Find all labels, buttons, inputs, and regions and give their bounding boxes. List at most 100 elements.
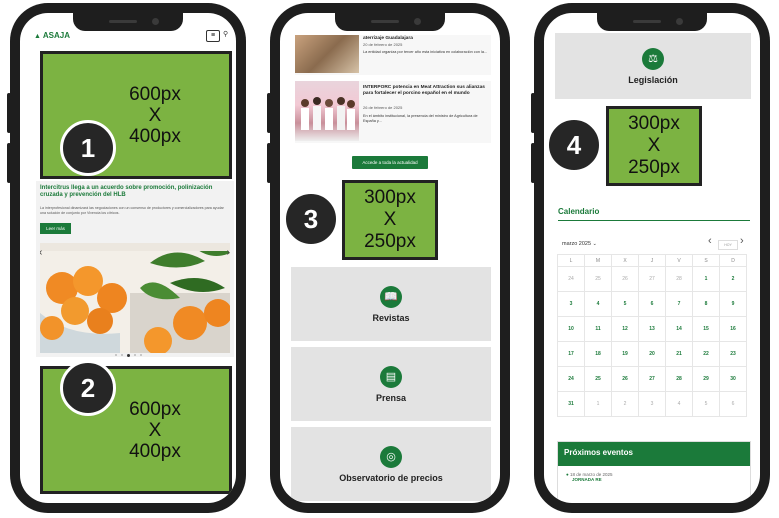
newspaper-icon: ▤ bbox=[380, 365, 402, 388]
calendar-day[interactable]: 25 bbox=[584, 266, 612, 292]
chevron-down-icon: ⌄ bbox=[592, 241, 597, 247]
calendar-day[interactable]: 13 bbox=[638, 316, 666, 342]
today-button[interactable]: HOY bbox=[718, 240, 738, 250]
calendar-day[interactable]: 5 bbox=[692, 391, 720, 417]
phone-frame-sidebar: ⚖ Legislación 300px X 250px Calendario m… bbox=[531, 3, 770, 513]
slider-next-arrow[interactable]: › bbox=[227, 247, 230, 258]
calendar-title: Calendario bbox=[558, 207, 600, 216]
upcoming-events-panel: Próximos eventos ● 18 de marzo de 2025 J… bbox=[557, 441, 751, 503]
phone-frame-news: aterrizaje Guadalajara 20 de febrero de … bbox=[267, 3, 510, 513]
calendar-day[interactable]: 6 bbox=[719, 391, 747, 417]
upcoming-events-header: Próximos eventos bbox=[558, 442, 750, 466]
read-more-button[interactable]: Leer más bbox=[40, 223, 71, 234]
calendar-day[interactable]: 4 bbox=[584, 291, 612, 317]
calendar-grid: L M X J V S D 24 25 26 27 28 1 2 3 4 5 6 7 8 9 10 11 12 13 14 15 16… bbox=[557, 254, 747, 417]
sidebar-screen: ⚖ Legislación 300px X 250px Calendario m… bbox=[544, 13, 760, 503]
hero-title[interactable]: Intercitrus llega a un acuerdo sobre pro… bbox=[40, 185, 232, 199]
calendar-day[interactable]: 30 bbox=[719, 366, 747, 392]
weekday-header: S bbox=[692, 254, 720, 267]
news-date: 20 de febrero de 2025 bbox=[363, 42, 403, 47]
news-thumbnail bbox=[295, 35, 359, 73]
card-legislacion[interactable]: ⚖ Legislación bbox=[555, 33, 751, 99]
phone-frame-home: ▲ ASAJA ≡ ⚲ 600px X 400px Intercitrus ll… bbox=[7, 3, 246, 513]
hero-image: ‹ › bbox=[40, 243, 230, 353]
badge-1: 1 bbox=[60, 120, 116, 176]
hero-slider: Intercitrus llega a un acuerdo sobre pro… bbox=[36, 181, 234, 357]
calendar-day[interactable]: 1 bbox=[692, 266, 720, 292]
news-date: 26 de febrero de 2025 bbox=[363, 105, 403, 110]
calendar-day[interactable]: 12 bbox=[611, 316, 639, 342]
badge-4: 4 bbox=[546, 117, 602, 173]
calendar-day[interactable]: 18 bbox=[584, 341, 612, 367]
calendar-day[interactable]: 31 bbox=[557, 391, 585, 417]
calendar-day[interactable]: 27 bbox=[638, 366, 666, 392]
magazine-icon: 📖 bbox=[380, 285, 402, 308]
month-selector[interactable]: marzo 2025 ⌄ bbox=[562, 241, 597, 247]
calendar-day[interactable]: 28 bbox=[665, 266, 693, 292]
news-excerpt: La entidad organiza por tercer año esta … bbox=[363, 50, 488, 54]
news-item[interactable]: INTERPORC potencia en Meat Attraction su… bbox=[295, 81, 491, 143]
weekday-header: J bbox=[638, 254, 666, 267]
calendar-day[interactable]: 20 bbox=[638, 341, 666, 367]
all-news-button[interactable]: Accede a toda la actualidad bbox=[352, 156, 428, 169]
prev-month-button[interactable]: ‹ bbox=[708, 235, 712, 247]
calendar-day[interactable]: 19 bbox=[611, 341, 639, 367]
card-prensa[interactable]: ▤ Prensa bbox=[291, 347, 491, 421]
calendar-day[interactable]: 29 bbox=[692, 366, 720, 392]
calendar-day[interactable]: 23 bbox=[719, 341, 747, 367]
calendar-day[interactable]: 4 bbox=[665, 391, 693, 417]
site-logo[interactable]: ▲ ASAJA bbox=[34, 31, 70, 40]
calendar-day[interactable]: 10 bbox=[557, 316, 585, 342]
gavel-icon: ⚖ bbox=[642, 47, 664, 70]
calendar-day[interactable]: 25 bbox=[584, 366, 612, 392]
calendar-day[interactable]: 28 bbox=[665, 366, 693, 392]
calendar-day[interactable]: 6 bbox=[638, 291, 666, 317]
news-screen: aterrizaje Guadalajara 20 de febrero de … bbox=[280, 13, 500, 503]
calendar-day[interactable]: 11 bbox=[584, 316, 612, 342]
calendar-day[interactable]: 26 bbox=[611, 366, 639, 392]
slider-prev-arrow[interactable]: ‹ bbox=[40, 247, 42, 258]
weekday-header: V bbox=[665, 254, 693, 267]
hero-summary: La interprofesional dinamizará las negoc… bbox=[40, 206, 224, 215]
weekday-header: X bbox=[611, 254, 639, 267]
card-revistas[interactable]: 📖 Revistas bbox=[291, 267, 491, 341]
menu-button[interactable]: ≡ bbox=[206, 30, 220, 42]
ad-box-mid: 300px X 250px bbox=[342, 180, 438, 260]
calendar-day[interactable]: 21 bbox=[665, 341, 693, 367]
event-item[interactable]: ● 18 de marzo de 2025 JORNADA RE bbox=[558, 466, 750, 488]
calendar-day[interactable]: 3 bbox=[638, 391, 666, 417]
calendar-day[interactable]: 27 bbox=[638, 266, 666, 292]
card-observatorio-precios[interactable]: ◎ Observatorio de precios bbox=[291, 427, 491, 501]
news-title: aterrizaje Guadalajara bbox=[363, 36, 413, 41]
weekday-header: L bbox=[557, 254, 585, 267]
calendar-day[interactable]: 17 bbox=[557, 341, 585, 367]
calendar-day[interactable]: 7 bbox=[665, 291, 693, 317]
calendar-day[interactable]: 14 bbox=[665, 316, 693, 342]
calendar-day[interactable]: 2 bbox=[719, 266, 747, 292]
badge-2: 2 bbox=[60, 360, 116, 416]
calendar-day[interactable]: 24 bbox=[557, 366, 585, 392]
calendar-day[interactable]: 24 bbox=[557, 266, 585, 292]
weekday-header: D bbox=[719, 254, 747, 267]
calendar-day[interactable]: 15 bbox=[692, 316, 720, 342]
news-item[interactable]: aterrizaje Guadalajara 20 de febrero de … bbox=[295, 35, 491, 75]
next-month-button[interactable]: › bbox=[740, 235, 744, 247]
calendar-day[interactable]: 2 bbox=[611, 391, 639, 417]
calendar-day[interactable]: 16 bbox=[719, 316, 747, 342]
news-excerpt: En el ámbito institucional, la presencia… bbox=[363, 114, 478, 123]
calendar-day[interactable]: 8 bbox=[692, 291, 720, 317]
price-observatory-icon: ◎ bbox=[380, 445, 402, 468]
calendar-day[interactable]: 9 bbox=[719, 291, 747, 317]
calendar-day[interactable]: 3 bbox=[557, 291, 585, 317]
calendar-day[interactable]: 22 bbox=[692, 341, 720, 367]
home-screen: ▲ ASAJA ≡ ⚲ 600px X 400px Intercitrus ll… bbox=[20, 13, 236, 503]
calendar-day[interactable]: 1 bbox=[584, 391, 612, 417]
weekday-header: M bbox=[584, 254, 612, 267]
news-title: INTERPORC potencia en Meat Attraction su… bbox=[363, 85, 485, 96]
search-icon[interactable]: ⚲ bbox=[223, 30, 228, 38]
slider-dots[interactable] bbox=[115, 354, 142, 357]
calendar-day[interactable]: 5 bbox=[611, 291, 639, 317]
news-thumbnail bbox=[295, 81, 359, 141]
ad-box-sidebar: 300px X 250px bbox=[606, 106, 702, 186]
calendar-day[interactable]: 26 bbox=[611, 266, 639, 292]
